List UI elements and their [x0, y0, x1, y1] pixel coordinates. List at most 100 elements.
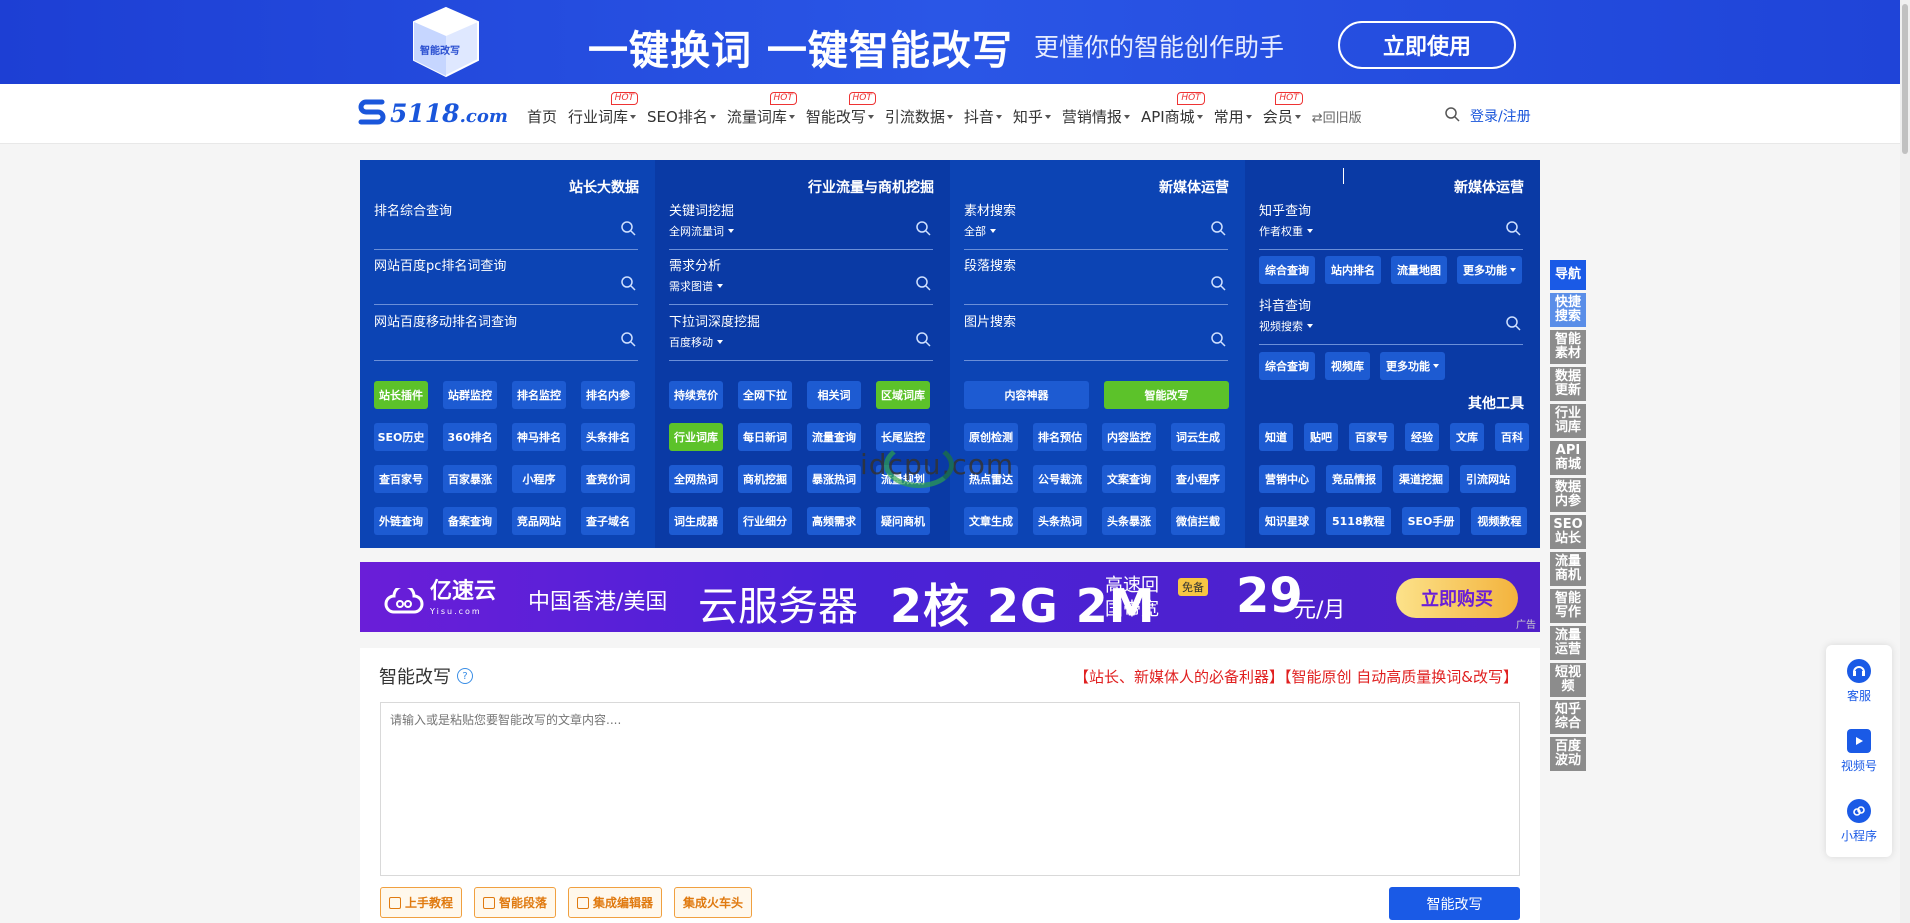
tool-button[interactable]: 相关词 — [807, 381, 861, 409]
tool-link[interactable]: 更多功能 — [1380, 352, 1445, 380]
search-icon[interactable] — [1505, 220, 1521, 240]
nav-item[interactable]: 流量词库 HOT — [727, 92, 797, 127]
tool-link[interactable]: 视频教程 — [1471, 507, 1528, 535]
float-miniprogram[interactable]: 小程序 — [1826, 799, 1892, 844]
tool-button[interactable]: 备案查询 — [443, 507, 497, 535]
nav-item[interactable]: 营销情报 — [1062, 106, 1130, 127]
search-field[interactable]: 排名综合查询 — [374, 200, 638, 250]
nav-item[interactable]: 抖音 — [964, 106, 1002, 127]
tool-button[interactable]: 查小程序 — [1171, 465, 1225, 493]
side-nav-item[interactable]: 流量运营 — [1550, 626, 1586, 660]
side-nav-item[interactable]: 行业词库 — [1550, 404, 1586, 438]
tool-button[interactable]: 内容监控 — [1102, 423, 1156, 451]
tool-button[interactable]: 360排名 — [443, 423, 497, 451]
search-icon[interactable] — [620, 331, 636, 351]
tool-link[interactable]: 百家号 — [1349, 423, 1394, 451]
nav-item[interactable]: 首页 — [527, 106, 557, 127]
tool-button[interactable]: 查百家号 — [374, 465, 428, 493]
tool-button[interactable]: 排名预估 — [1033, 423, 1087, 451]
nav-item[interactable]: 行业词库 HOT — [568, 92, 639, 127]
tool-link[interactable]: SEO手册 — [1401, 507, 1461, 535]
login-register-link[interactable]: 登录/注册 — [1470, 106, 1531, 126]
side-nav-item[interactable]: API商城 — [1550, 441, 1586, 475]
tool-link[interactable]: 5118教程 — [1326, 507, 1391, 535]
top-promo-banner[interactable]: 智能改写 一键换词 一键智能改写 更懂你的智能创作助手 立即使用 — [0, 0, 1900, 84]
search-field[interactable]: 网站百度pc排名词查询 — [374, 255, 638, 305]
float-service[interactable]: 客服 — [1826, 659, 1892, 704]
rewrite-option-button[interactable]: 上手教程 — [380, 887, 463, 918]
field-select[interactable]: 作者权重 — [1259, 223, 1313, 239]
tool-link[interactable]: 文库 — [1450, 423, 1484, 451]
tool-button[interactable]: 词生成器 — [669, 507, 723, 535]
nav-item[interactable]: 智能改写 HOT — [806, 92, 876, 127]
search-icon[interactable] — [915, 275, 931, 295]
rewrite-option-button[interactable]: 集成编辑器 — [568, 887, 663, 918]
search-field[interactable]: 关键词挖掘 全网流量词 — [669, 200, 933, 250]
nav-item[interactable]: 引流数据 — [885, 106, 953, 127]
tool-button[interactable]: 文章生成 — [964, 507, 1018, 535]
tool-button[interactable]: 站群监控 — [443, 381, 497, 409]
side-nav-item[interactable]: 智能素材 — [1550, 330, 1586, 364]
tool-button[interactable]: 竞品网站 — [512, 507, 566, 535]
wide-tool-button[interactable]: 内容神器 — [964, 381, 1089, 409]
tool-link[interactable]: 视频库 — [1325, 352, 1370, 380]
search-field[interactable]: 段落搜索 — [964, 255, 1228, 305]
tool-button[interactable]: 文案查询 — [1102, 465, 1156, 493]
field-select[interactable]: 全网流量词 — [669, 223, 734, 239]
tool-button[interactable]: 持续竞价 — [669, 381, 723, 409]
side-nav-item[interactable]: 短视频 — [1550, 663, 1586, 697]
tool-button[interactable]: 头条排名 — [581, 423, 635, 451]
search-field[interactable]: 素材搜索 全部 — [964, 200, 1228, 250]
scrollbar-thumb[interactable] — [1902, 4, 1908, 154]
field-select[interactable]: 视频搜索 — [1259, 318, 1313, 334]
search-field[interactable]: 抖音查询 视频搜索 — [1259, 295, 1523, 345]
tool-button[interactable]: 商机挖掘 — [738, 465, 792, 493]
help-icon[interactable]: ? — [457, 668, 473, 684]
tool-button[interactable]: 公号裁流 — [1033, 465, 1087, 493]
tool-button[interactable]: 头条暴涨 — [1102, 507, 1156, 535]
search-icon[interactable] — [915, 220, 931, 240]
page-scrollbar[interactable] — [1900, 0, 1910, 923]
side-nav-item[interactable]: 知乎综合 — [1550, 700, 1586, 734]
search-icon[interactable] — [620, 220, 636, 240]
use-now-button[interactable]: 立即使用 — [1338, 21, 1516, 69]
tool-button[interactable]: SEO历史 — [374, 423, 428, 451]
nav-item[interactable]: API商城 HOT — [1141, 92, 1205, 127]
old-version-link[interactable]: ⇄回旧版 — [1312, 106, 1362, 127]
tool-link[interactable]: 渠道挖掘 — [1393, 465, 1449, 493]
tool-link[interactable]: 流量地图 — [1391, 256, 1447, 284]
tool-button[interactable]: 排名监控 — [512, 381, 566, 409]
wide-tool-button[interactable]: 智能改写 — [1104, 381, 1229, 409]
tool-link[interactable]: 经验 — [1405, 423, 1439, 451]
tool-link[interactable]: 引流网站 — [1460, 465, 1516, 493]
rewrite-input[interactable] — [380, 702, 1520, 876]
search-field[interactable]: 图片搜索 — [964, 311, 1228, 361]
rewrite-option-button[interactable]: 智能段落 — [474, 887, 557, 918]
ad-banner[interactable]: 亿速云 Yisu.com 中国香港/美国 云服务器 2核 2G 2M 高速回 国带宽… — [360, 562, 1540, 632]
tool-link[interactable]: 营销中心 — [1259, 465, 1315, 493]
tool-link[interactable]: 综合查询 — [1259, 256, 1315, 284]
field-select[interactable]: 百度移动 — [669, 334, 723, 350]
nav-item[interactable]: SEO排名 — [647, 106, 716, 127]
field-select[interactable]: 全部 — [964, 223, 996, 239]
tool-button[interactable]: 行业细分 — [738, 507, 792, 535]
tool-link[interactable]: 竞品情报 — [1326, 465, 1382, 493]
tool-button[interactable]: 疑问商机 — [876, 507, 930, 535]
search-icon[interactable] — [620, 275, 636, 295]
side-nav-item[interactable]: 流量商机 — [1550, 552, 1586, 586]
search-field[interactable]: 需求分析 需求图谱 — [669, 255, 933, 305]
tool-button[interactable]: 高频需求 — [807, 507, 861, 535]
ad-buy-button[interactable]: 立即购买 — [1396, 578, 1518, 618]
search-icon[interactable] — [915, 331, 931, 351]
nav-item[interactable]: 会员 HOT — [1263, 92, 1303, 127]
search-icon[interactable] — [1505, 315, 1521, 335]
search-icon[interactable] — [1210, 275, 1226, 295]
tool-link[interactable]: 百科 — [1495, 423, 1529, 451]
tool-link[interactable]: 知道 — [1259, 423, 1293, 451]
search-field[interactable]: 网站百度移动排名词查询 — [374, 311, 638, 361]
tool-button[interactable]: 神马排名 — [512, 423, 566, 451]
tool-link[interactable]: 更多功能 — [1457, 256, 1522, 284]
side-nav-item[interactable]: 快捷搜索 — [1550, 293, 1586, 327]
tool-button[interactable]: 小程序 — [512, 465, 566, 493]
tool-button[interactable]: 全网热词 — [669, 465, 723, 493]
